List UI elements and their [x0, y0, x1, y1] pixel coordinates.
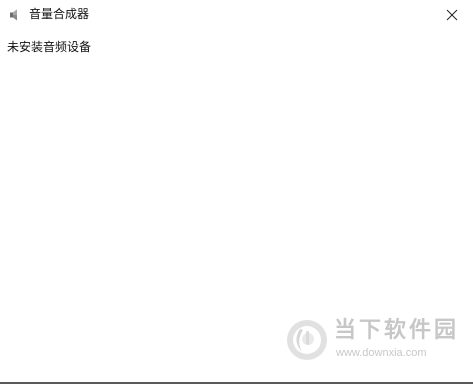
- watermark-brand-text: 当下软件园: [334, 318, 460, 343]
- close-button[interactable]: [431, 0, 473, 30]
- volume-mixer-window: 音量合成器 未安装音频设备 当下软件园 www.downxia.com: [0, 0, 473, 384]
- speaker-icon: [8, 7, 22, 21]
- no-audio-device-message: 未安装音频设备: [7, 40, 92, 54]
- title-bar[interactable]: 音量合成器: [0, 0, 473, 30]
- window-title: 音量合成器: [29, 7, 90, 21]
- downxia-logo-icon: [284, 317, 330, 363]
- site-watermark: 当下软件园 www.downxia.com: [284, 315, 464, 367]
- close-icon: [446, 6, 458, 25]
- watermark-url: www.downxia.com: [336, 347, 427, 359]
